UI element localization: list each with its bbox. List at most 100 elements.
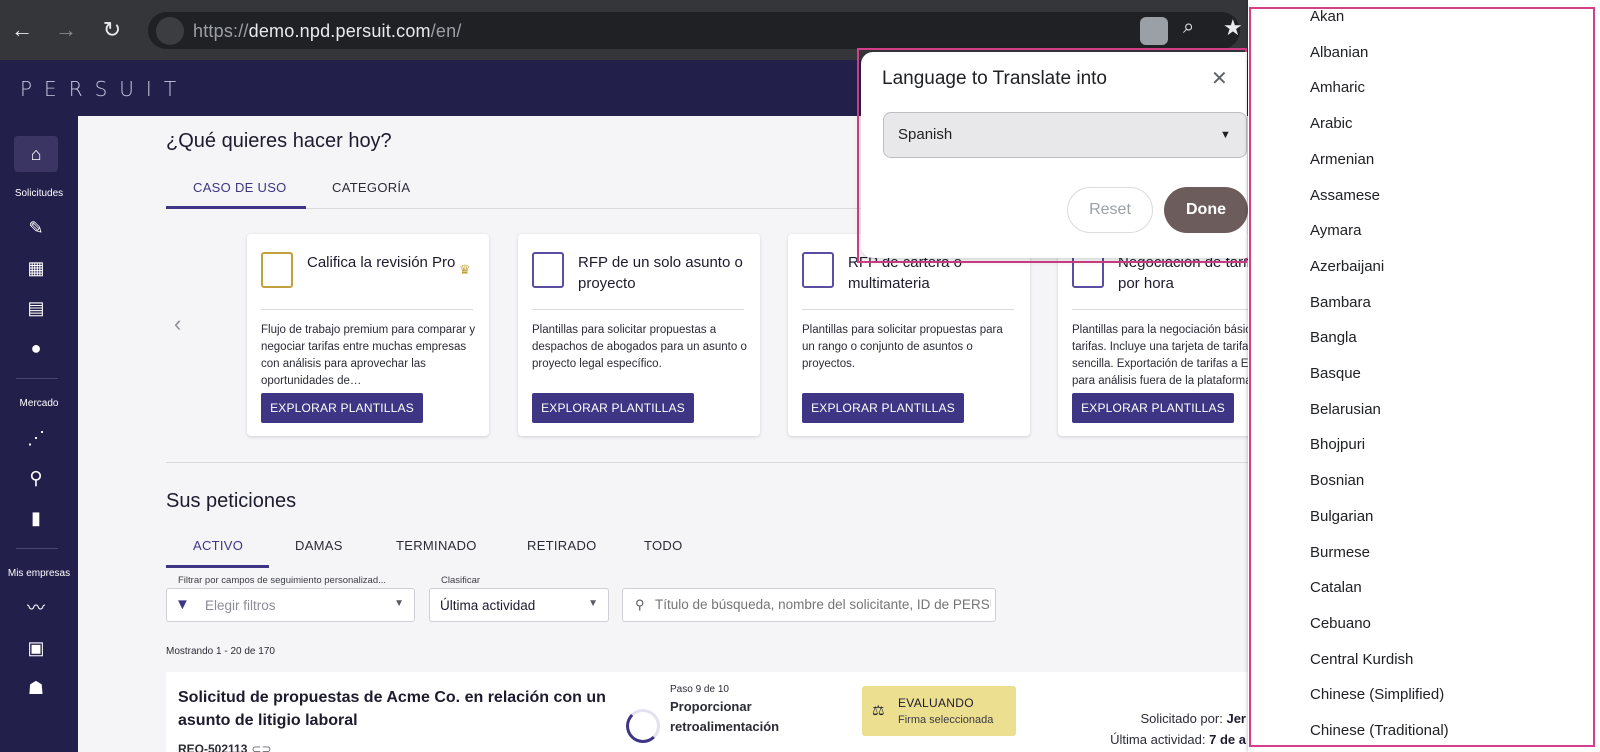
link-icon[interactable]: ⊂⊃ xyxy=(251,742,271,752)
trend-icon[interactable]: 〰 xyxy=(24,596,48,620)
request-title[interactable]: Solicitud de propuestas de Acme Co. en r… xyxy=(178,686,628,732)
tab-all[interactable]: TODO xyxy=(644,538,683,553)
language-option[interactable]: Cebuano xyxy=(1310,615,1371,632)
template-card: RFP de un solo asunto o proyecto Plantil… xyxy=(518,234,760,436)
sidebar: ⌂ Solicitudes ✎ ▦ ▤ ● Mercado ⋰ ⚲ ▮ Mis … xyxy=(0,116,78,752)
language-option[interactable]: Bambara xyxy=(1310,294,1371,311)
document-icon[interactable]: ▤ xyxy=(24,296,48,320)
status-badge: ⚖ EVALUANDO Firma seleccionada xyxy=(862,686,1016,736)
reload-icon[interactable]: ↻ xyxy=(98,16,126,44)
sort-select[interactable]: Clasificar Última actividad ▼ xyxy=(429,575,609,622)
language-option[interactable]: Assamese xyxy=(1310,187,1380,204)
language-option[interactable]: Chinese (Traditional) xyxy=(1310,722,1449,739)
caret-down-icon: ▼ xyxy=(394,598,404,609)
carousel-prev-chevron-icon[interactable]: ‹ xyxy=(174,311,181,337)
tab-finished[interactable]: TERMINADO xyxy=(396,538,477,553)
caret-down-icon: ▼ xyxy=(1220,129,1231,141)
language-option[interactable]: Amharic xyxy=(1310,79,1365,96)
screen: ← → ↻ https://demo.npd.persuit.com/en/ ⌕… xyxy=(0,0,1600,752)
sort-label: Clasificar xyxy=(440,575,482,586)
language-option[interactable]: Albanian xyxy=(1310,44,1368,61)
language-option[interactable]: Chinese (Simplified) xyxy=(1310,686,1444,703)
language-option[interactable]: Akan xyxy=(1310,8,1344,25)
persuit-logo[interactable]: PERSUIT xyxy=(20,77,188,101)
language-option[interactable]: Burmese xyxy=(1310,544,1370,561)
search-input[interactable] xyxy=(655,597,991,612)
back-arrow-icon[interactable]: ← xyxy=(8,16,36,44)
tab-withdrawn[interactable]: RETIRADO xyxy=(527,538,597,553)
sidebar-section-requests: Solicitudes xyxy=(14,188,64,199)
step-counter: Paso 9 de 10 xyxy=(670,684,729,695)
language-option[interactable]: Azerbaijani xyxy=(1310,258,1384,275)
tab-use-case[interactable]: CASO DE USO xyxy=(193,180,287,195)
language-option[interactable]: Catalan xyxy=(1310,579,1362,596)
language-option[interactable]: Central Kurdish xyxy=(1310,651,1413,668)
search-field[interactable]: ⚲ xyxy=(622,588,996,622)
language-option[interactable]: Arabic xyxy=(1310,115,1353,132)
language-option[interactable]: Basque xyxy=(1310,365,1361,382)
request-meta: Solicitado por: Jer Última actividad: 7 … xyxy=(1066,708,1246,750)
tab-category[interactable]: CATEGORÍA xyxy=(332,180,410,195)
active-tab-indicator xyxy=(166,565,269,568)
explore-templates-button[interactable]: EXPLORAR PLANTILLAS xyxy=(1072,393,1234,423)
reset-button[interactable]: Reset xyxy=(1067,187,1153,233)
url-scheme: https:// xyxy=(193,21,249,41)
page-title: ¿Qué quieres hacer hoy? xyxy=(166,130,392,152)
language-option[interactable]: Armenian xyxy=(1310,151,1374,168)
scatter-chart-icon[interactable]: ⋰ xyxy=(24,426,48,450)
analytics-search-icon[interactable]: ⚲ xyxy=(24,466,48,490)
language-option[interactable]: Bosnian xyxy=(1310,472,1364,489)
requests-heading: Sus peticiones xyxy=(166,490,297,512)
card-description: Flujo de trabajo premium para comparar y… xyxy=(261,324,476,387)
card-description: Plantillas para solicitar propuestas a d… xyxy=(532,324,747,370)
last-activity: Última actividad: 7 de a xyxy=(1066,729,1246,750)
card-divider xyxy=(802,309,1014,310)
sidebar-section-market: Mercado xyxy=(19,398,59,409)
new-request-icon[interactable]: ✎ xyxy=(24,216,48,240)
card-description: Plantillas para solicitar propuestas par… xyxy=(802,324,1003,370)
dialog-title: Language to Translate into xyxy=(882,68,1108,89)
translate-icon[interactable] xyxy=(1140,17,1168,45)
language-option[interactable]: Bangla xyxy=(1310,329,1357,346)
home-icon[interactable]: ⌂ xyxy=(14,136,58,172)
bookmark-star-icon[interactable]: ★ xyxy=(1223,15,1243,41)
address-bar[interactable]: https://demo.npd.persuit.com/en/ ⌕ ★ xyxy=(148,12,1243,49)
url-host: demo.npd.persuit.com xyxy=(248,21,431,41)
done-button[interactable]: Done xyxy=(1164,187,1248,233)
last-activity-label: Última actividad: xyxy=(1110,732,1206,747)
url-text[interactable]: https://demo.npd.persuit.com/en/ xyxy=(193,21,462,42)
last-activity-value: 7 de a xyxy=(1209,732,1246,747)
crown-icon: ♛ xyxy=(459,262,471,277)
explore-templates-button[interactable]: EXPLORAR PLANTILLAS xyxy=(802,393,964,423)
language-select[interactable]: Spanish ▼ xyxy=(883,112,1247,158)
language-option[interactable]: Bhojpuri xyxy=(1310,436,1365,453)
status-title: EVALUANDO xyxy=(898,696,974,710)
filter-label: Filtrar por campos de seguimiento person… xyxy=(177,575,388,586)
template-card: Califica la revisión Pro ♛ Flujo de trab… xyxy=(247,234,489,436)
tab-drafts[interactable]: DAMAS xyxy=(295,538,343,553)
tab-active[interactable]: ACTIVO xyxy=(193,538,243,553)
language-option[interactable]: Belarusian xyxy=(1310,401,1381,418)
site-settings-icon[interactable] xyxy=(156,17,184,45)
team-icon[interactable]: ☗ xyxy=(24,676,48,700)
close-icon[interactable]: ✕ xyxy=(1211,66,1228,91)
caret-down-icon: ▼ xyxy=(588,598,598,609)
forward-arrow-icon[interactable]: → xyxy=(52,16,80,44)
contact-card-icon[interactable]: ▣ xyxy=(24,636,48,660)
card-divider xyxy=(532,309,744,310)
gavel-icon: ⚖ xyxy=(872,702,885,718)
filter-placeholder: Elegir filtros xyxy=(205,598,276,613)
language-option[interactable]: Bulgarian xyxy=(1310,508,1373,525)
selected-language: Spanish xyxy=(898,126,953,143)
language-option[interactable]: Aymara xyxy=(1310,222,1361,239)
bubbles-icon[interactable]: ● xyxy=(24,336,48,360)
bar-chart-icon[interactable]: ▮ xyxy=(24,506,48,530)
request-row[interactable]: Solicitud de propuestas de Acme Co. en r… xyxy=(166,672,1248,752)
step-name: Proporcionar retroalimentación xyxy=(670,699,780,734)
request-tabs: ACTIVO DAMAS TERMINADO RETIRADO TODO xyxy=(166,530,1248,568)
filter-select[interactable]: Filtrar por campos de seguimiento person… xyxy=(166,575,415,622)
zoom-icon[interactable]: ⌕ xyxy=(1183,16,1194,39)
calendar-icon[interactable]: ▦ xyxy=(24,256,48,280)
explore-templates-button[interactable]: EXPLORAR PLANTILLAS xyxy=(261,393,423,423)
explore-templates-button[interactable]: EXPLORAR PLANTILLAS xyxy=(532,393,694,423)
